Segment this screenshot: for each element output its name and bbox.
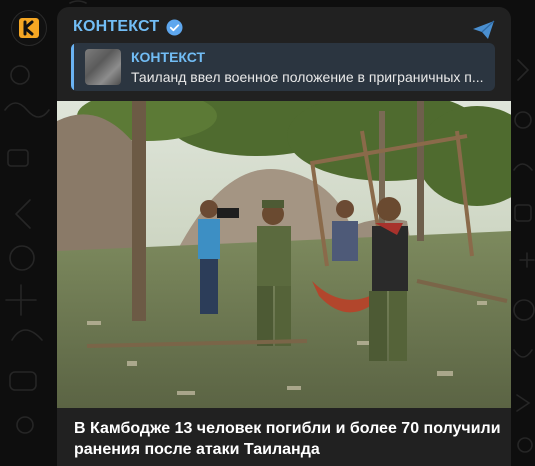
channel-name[interactable]: КОНТЕКСТ <box>73 18 159 36</box>
forwarded-reply-preview[interactable]: КОНТЕКСТ Таиланд ввел военное положение … <box>71 43 495 91</box>
channel-avatar[interactable] <box>11 10 47 46</box>
reply-accent-bar <box>71 43 74 91</box>
verified-icon <box>166 19 183 35</box>
channel-header[interactable]: КОНТЕКСТ <box>73 18 183 36</box>
channel-post-card: КОНТЕКСТ КОНТЕКСТ Таиланд ввел военное п… <box>57 7 511 466</box>
reply-text: Таиланд ввел военное положение в пригран… <box>131 69 484 85</box>
share-icon[interactable] <box>471 19 497 41</box>
post-caption: В Камбодже 13 человек погибли и более 70… <box>74 420 501 458</box>
channel-logo-icon <box>19 18 39 38</box>
reply-thumbnail <box>85 49 121 85</box>
post-photo[interactable] <box>57 101 511 408</box>
reply-channel-name: КОНТЕКСТ <box>131 49 206 65</box>
